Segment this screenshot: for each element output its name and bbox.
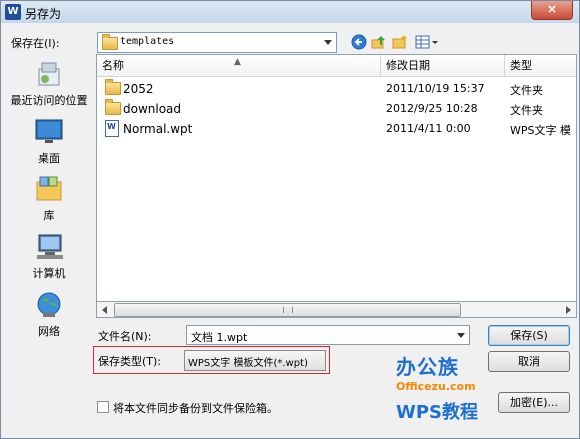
watermark-site: Officezu.com: [396, 380, 476, 393]
place-computer[interactable]: 计算机: [7, 232, 91, 281]
file-date: 2011/4/11 0:00: [386, 122, 471, 135]
place-label: 最近访问的位置: [10, 94, 88, 107]
save-button[interactable]: 保存(S): [488, 325, 570, 346]
column-header-date[interactable]: 修改日期: [381, 55, 505, 77]
filename-value: 文档 1.wpt: [191, 331, 248, 344]
libraries-icon: [33, 174, 65, 204]
sort-up-icon: ▲: [234, 57, 241, 67]
places-bar: 最近访问的位置 桌面 库 计算机 网络: [7, 54, 91, 344]
folder-icon: [105, 79, 121, 95]
scroll-left-icon[interactable]: [97, 302, 113, 317]
place-label: 计算机: [32, 267, 66, 280]
file-name: download: [123, 102, 182, 116]
file-list[interactable]: 名称 ▲ 修改日期 类型 2052 2011/10/19 15:37 文件夹 d…: [96, 54, 577, 318]
desktop-icon: [33, 117, 65, 147]
location-combo[interactable]: templates: [97, 32, 337, 53]
network-icon: [33, 290, 65, 320]
file-row[interactable]: download 2012/9/25 10:28 文件夹: [97, 99, 576, 119]
dialog-title: 另存为: [25, 7, 62, 21]
scroll-thumb[interactable]: [114, 303, 461, 317]
officezu-watermark: 办公族 Officezu.com WPS教程: [396, 351, 496, 424]
place-network[interactable]: 网络: [7, 290, 91, 339]
file-name: 2052: [123, 82, 154, 96]
filetype-value: WPS文字 模板文件(*.wpt): [188, 358, 308, 369]
filename-label: 文件名(N):: [98, 330, 152, 343]
wps-app-icon: W: [5, 4, 21, 20]
recent-places-icon: [33, 59, 65, 89]
file-type: 文件夹: [510, 84, 543, 97]
file-type: 文件夹: [510, 104, 543, 117]
watermark-tagline: WPS教程: [396, 402, 479, 423]
file-row[interactable]: 2052 2011/10/19 15:37 文件夹: [97, 79, 576, 99]
horizontal-scrollbar[interactable]: [96, 301, 577, 318]
location-label: 保存在(I):: [11, 37, 60, 50]
scroll-right-icon[interactable]: [560, 302, 576, 317]
file-row[interactable]: Normal.wpt 2011/4/11 0:00 WPS文字 模: [97, 119, 576, 139]
folder-icon: [102, 34, 118, 50]
place-label: 桌面: [38, 152, 60, 165]
back-icon[interactable]: [351, 34, 367, 50]
title-bar: W 另存为 ×: [1, 1, 579, 23]
folder-icon: [105, 99, 121, 115]
save-as-dialog: W 另存为 × 保存在(I): templates 最近访问的位置 桌面 库 计…: [0, 0, 580, 439]
backup-checkbox[interactable]: [97, 401, 109, 413]
filetype-select[interactable]: WPS文字 模板文件(*.wpt): [184, 350, 326, 371]
backup-checkbox-label: 将本文件同步备份到文件保险箱。: [113, 402, 278, 415]
place-label: 库: [43, 209, 55, 222]
up-folder-icon[interactable]: [371, 34, 387, 50]
chevron-down-icon[interactable]: [457, 333, 465, 338]
file-date: 2011/10/19 15:37: [386, 82, 485, 95]
place-libraries[interactable]: 库: [7, 174, 91, 223]
column-header-type[interactable]: 类型: [505, 55, 576, 77]
close-button[interactable]: ×: [531, 1, 573, 20]
place-label: 网络: [38, 325, 60, 338]
file-type: WPS文字 模: [510, 124, 571, 137]
location-value: templates: [120, 36, 175, 47]
filename-input[interactable]: 文档 1.wpt: [186, 325, 470, 345]
computer-icon: [33, 232, 65, 262]
new-folder-icon[interactable]: [392, 34, 408, 50]
cancel-button[interactable]: 取消: [488, 351, 570, 372]
wps-document-icon: [105, 120, 119, 137]
column-header-name[interactable]: 名称 ▲: [97, 55, 381, 77]
chevron-down-icon[interactable]: [324, 40, 332, 45]
encrypt-button[interactable]: 加密(E)...: [498, 392, 570, 413]
watermark-logo-text: 办公族: [396, 355, 459, 379]
place-recent[interactable]: 最近访问的位置: [7, 59, 91, 108]
view-menu-icon[interactable]: [415, 34, 439, 50]
filetype-label: 保存类型(T):: [98, 355, 162, 368]
file-date: 2012/9/25 10:28: [386, 102, 478, 115]
file-name: Normal.wpt: [123, 122, 193, 136]
place-desktop[interactable]: 桌面: [7, 117, 91, 166]
